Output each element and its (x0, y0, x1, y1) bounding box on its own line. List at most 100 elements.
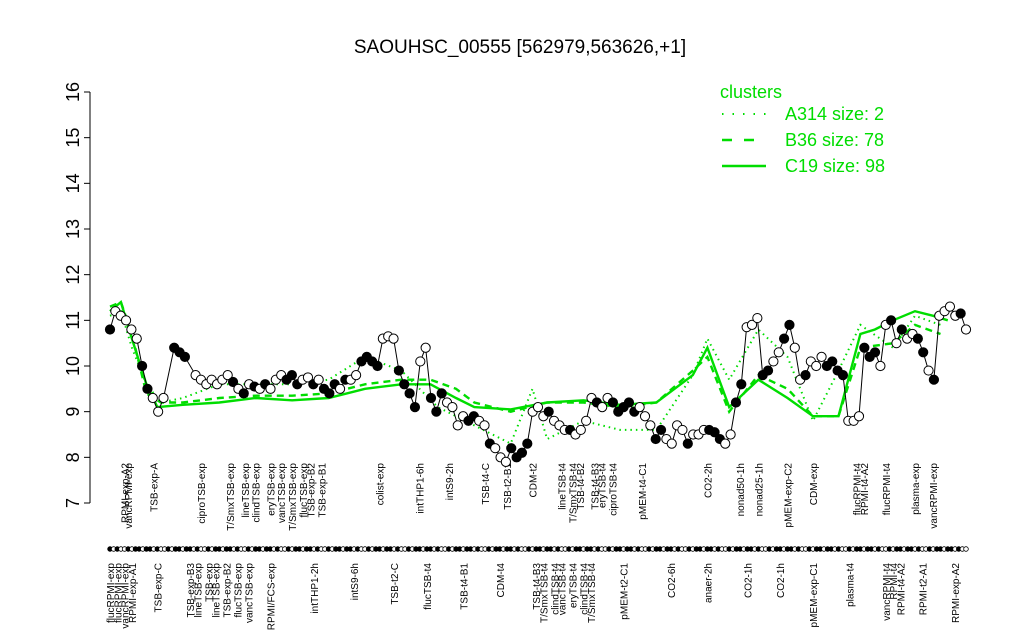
bottom-tick-label: pMEM-exp-C1 (809, 563, 820, 628)
sample-point (409, 402, 421, 413)
sample-point (286, 370, 297, 381)
top-tick-label: pMEM-exp-C2 (784, 463, 795, 528)
bottom-tick-label: CO2-6h (667, 563, 678, 598)
bottom-tick-label: CDM-t4 (496, 563, 507, 598)
sample-point (779, 333, 790, 344)
top-tick-label: eryTSB-t4 (598, 463, 609, 508)
bottom-tick-label: intTHP1-2h (310, 563, 321, 614)
sample-point (120, 315, 132, 326)
top-tick-label: TSB-t4-C (481, 463, 492, 505)
sample-point (725, 429, 736, 440)
legend-entry-label: B36 size: 78 (785, 130, 884, 150)
bottom-tick-label: CO2-1h (776, 563, 787, 598)
top-tick-label: nonad50-1h (736, 463, 747, 516)
sample-point (238, 388, 249, 399)
sample-point (891, 338, 902, 349)
chart: SAOUHSC_00555 [562979,563626,+1] 7 8 9 10 11… (63, 37, 972, 631)
y-tick-label: 7 (63, 498, 83, 508)
sample-point (853, 411, 865, 422)
sample-point (142, 383, 153, 394)
legend-title: clusters (720, 82, 782, 102)
bottom-tick-label: T/SmxTSB-t4 (587, 563, 598, 623)
sample-point (388, 333, 399, 344)
legend: clusters A314 size: 2 B36 size: 78 C19 siz… (720, 82, 885, 176)
bottom-tick-label: TSB-t4-B1 (459, 563, 470, 610)
sample-point (393, 365, 404, 376)
top-tick-label: vancRPMI-exp (929, 463, 940, 529)
bottom-tick-label: TSB-t2-C (390, 563, 401, 605)
bottom-tick-label: lineTSB-exp (193, 563, 204, 618)
bottom-tick-label: flucTSB-t4 (423, 563, 434, 610)
y-tick-label: 14 (63, 173, 83, 193)
sample-point (623, 397, 635, 408)
top-tick-label: clindTSB-exp (252, 463, 263, 523)
bottom-tick-label: RPMI-exp-A2 (951, 563, 962, 623)
sample-point (960, 324, 972, 335)
legend-entry-label: A314 size: 2 (785, 104, 884, 124)
bottom-tick-label: lineTSB-exp (212, 563, 223, 618)
sample-point (875, 360, 886, 372)
y-tick-label: 9 (63, 407, 83, 417)
sample-point (147, 392, 158, 404)
bottom-tick-label: pMEM-t2-C1 (620, 563, 631, 620)
sample-point (837, 370, 849, 381)
sample-point (720, 438, 731, 449)
top-tick-label: plasma-exp (911, 463, 922, 515)
sample-point (859, 342, 870, 353)
sample-point (677, 424, 688, 436)
legend-entry-label: C19 size: 98 (785, 156, 885, 176)
sample-point (752, 312, 763, 324)
sample-point (639, 411, 651, 422)
top-tick-label: T/SmxTSB-exp (226, 463, 237, 531)
bottom-tick-label: RPMI-exp-A1 (128, 563, 139, 623)
sample-point (153, 406, 164, 417)
sample-point (420, 342, 431, 353)
sample-point (789, 342, 800, 353)
top-tick-label: colist-exp (376, 463, 387, 506)
sample-point (179, 351, 190, 362)
top-tick-label: RPMI-t4-A2 (860, 463, 871, 516)
bottom-tick-label: TSB-exp-C (153, 563, 164, 612)
bottom-tick-label: anaer-2h (703, 563, 714, 603)
sample-point (399, 379, 410, 390)
top-tick-label: lineTSB-exp (241, 463, 252, 518)
bottom-tick-labels: flucRPMI-expflucRPMI-expvancRPMI-expRPMI… (106, 563, 962, 631)
bottom-tick-label: plasma-t4 (845, 563, 856, 607)
top-tick-label: T/SmxTSB-exp (288, 463, 299, 531)
sample-point (768, 356, 779, 367)
sample-point (827, 356, 838, 367)
top-tick-label: CDM-exp (809, 463, 820, 506)
sample-point (436, 388, 447, 399)
y-tick-label: 13 (63, 219, 83, 239)
sample-point (137, 360, 148, 372)
sample-point (404, 388, 415, 399)
sample-point (575, 424, 586, 436)
sample-point (886, 315, 897, 326)
sample-point (869, 347, 881, 358)
bottom-tick-label: vancTSB-exp (244, 563, 255, 623)
sample-point (784, 319, 795, 330)
top-tick-label: CO2-2h (703, 463, 714, 498)
sample-point (104, 324, 116, 335)
top-tick-label: TSB-exp-B1 (317, 463, 328, 518)
bottom-tick-label: RPMI/FCS-exp (266, 563, 277, 631)
sample-point (645, 420, 656, 431)
top-tick-label: vancTSB-exp (277, 463, 288, 523)
bottom-tick-label: TSB-exp-B2 (223, 563, 234, 618)
series-line-dashed (109, 300, 941, 418)
top-tick-label: intTHP1-6h (416, 463, 427, 514)
sample-point (811, 360, 822, 372)
top-tick-label: intS9-2h (445, 463, 456, 500)
sample-point (655, 424, 667, 436)
sample-point (581, 415, 592, 426)
top-tick-label: flucRPMI-t4 (882, 463, 893, 516)
top-tick-label: TSB-exp-A (150, 463, 161, 512)
sample-point (634, 402, 645, 413)
sample-point (762, 365, 774, 376)
sample-point (324, 388, 335, 399)
top-tick-label: lineTSB-t4 (558, 463, 569, 510)
y-tick-label: 10 (63, 356, 83, 376)
sample-point (500, 456, 511, 467)
y-tick-label: 11 (63, 311, 83, 330)
sample-point (425, 392, 437, 404)
